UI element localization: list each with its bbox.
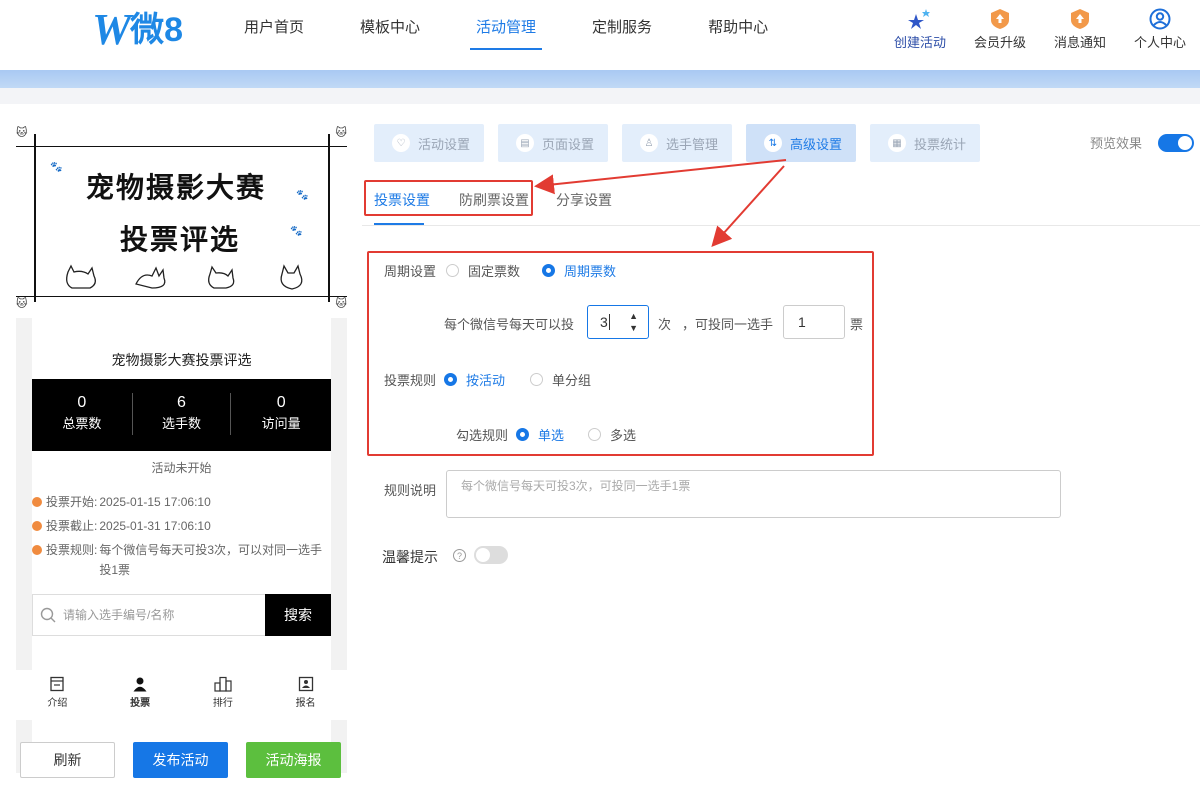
per-day-label: 每个微信号每天可以投 (444, 317, 575, 332)
publish-activity-button[interactable]: 发布活动 (133, 742, 228, 778)
cover-image: 🐱 🐱 🐱 🐱 🐾 🐾 🐾 宠物摄影大赛 投票评选 (16, 126, 347, 310)
paw-icon: 🐾 (296, 190, 309, 201)
contestant-search: 搜索 (32, 594, 331, 636)
cat-corner-icon: 🐱 (16, 127, 28, 139)
info-icon (32, 545, 42, 555)
stepper-arrows-icon[interactable]: ▲ ▼ (629, 310, 638, 334)
votes-per-day-stepper[interactable]: 3 ▲ ▼ (587, 305, 649, 339)
upgrade-badge-icon (960, 8, 1040, 30)
clock-icon (32, 521, 42, 531)
radio-by-activity[interactable]: 按活动 (444, 370, 505, 389)
signup-icon (264, 674, 347, 694)
bottom-nav-ranking[interactable]: 排行 (182, 670, 265, 720)
action-buttons: 刷新 发布活动 活动海报 (20, 742, 341, 778)
logo-text: 微8 (130, 11, 184, 49)
logo[interactable]: W 微8 (92, 5, 184, 54)
top-tools: 创建活动 会员升级 消息通知 个人中心 (880, 8, 1200, 51)
tip-switch[interactable] (474, 546, 508, 564)
create-activity-button[interactable]: 创建活动 (880, 8, 960, 51)
logo-mark: W (92, 5, 131, 54)
main-nav: 用户首页 模板中心 活动管理 定制服务 帮助中心 (220, 0, 800, 70)
cat-corner-icon: 🐱 (335, 298, 347, 310)
nav-templates[interactable]: 模板中心 (336, 0, 444, 70)
cycle-settings-label: 周期设置 (384, 264, 437, 279)
activity-status: 活动未开始 (151, 461, 212, 475)
radio-period-votes[interactable]: 周期票数 (542, 261, 616, 280)
radio-fixed-votes[interactable]: 固定票数 (446, 261, 520, 280)
bottom-nav: 介绍 投票 排行 报名 (16, 670, 347, 720)
nav-activity-management[interactable]: 活动管理 (452, 0, 560, 70)
nav-custom-service[interactable]: 定制服务 (568, 0, 676, 70)
notifications-label: 消息通知 (1053, 35, 1106, 50)
user-circle-icon (1120, 8, 1200, 30)
arrow-to-form (711, 165, 785, 247)
cat-doodle-icon (135, 266, 166, 289)
bottom-nav-intro[interactable]: 介绍 (16, 670, 99, 720)
user-center-button[interactable]: 个人中心 (1120, 8, 1200, 51)
refresh-button[interactable]: 刷新 (20, 742, 115, 778)
clock-icon (32, 497, 42, 507)
stat-contestants: 6 选手数 (131, 379, 232, 451)
votes-per-day-value: 3 (600, 314, 608, 330)
tip-label: 温馨提示 (382, 549, 438, 565)
search-button[interactable]: 搜索 (265, 594, 331, 636)
cat-doodle-icon (208, 265, 235, 289)
top-bar: W 微8 用户首页 模板中心 活动管理 定制服务 帮助中心 创建活动 会员升级 … (0, 0, 1200, 70)
notification-badge-icon (1040, 8, 1120, 30)
annotation-arrows (534, 159, 787, 247)
cat-doodle-icon (66, 264, 96, 289)
cat-corner-icon: 🐱 (335, 127, 347, 139)
stars-icon (880, 8, 960, 30)
phone-preview-panel: 🐱 🐱 🐱 🐱 🐾 🐾 🐾 宠物摄影大赛 投票评选 宠物摄影大赛投票评选 0 总… (0, 104, 362, 799)
help-icon[interactable]: ? (453, 549, 466, 562)
same-contestant-unit: 票 (850, 317, 864, 332)
radio-multi-choice[interactable]: 多选 (588, 425, 636, 444)
vote-rule-info: 投票规则: 每个微信号每天可投3次，可以对同一选手投1票 (32, 540, 324, 580)
ranking-icon (182, 674, 265, 694)
activity-title: 宠物摄影大赛投票评选 (111, 352, 252, 368)
stat-visits: 0 访问量 (261, 394, 301, 431)
nav-home[interactable]: 用户首页 (220, 0, 328, 70)
vote-start-info: 投票开始: 2025-01-15 17:06:10 (32, 492, 331, 512)
search-input[interactable] (63, 595, 265, 635)
bottom-nav-signup[interactable]: 报名 (264, 670, 347, 720)
rule-description-label: 规则说明 (384, 483, 437, 498)
stats-bar: 0 总票数 6 选手数 0 访问量 (32, 379, 331, 451)
cover-title-2: 投票评选 (120, 223, 241, 256)
member-upgrade-button[interactable]: 会员升级 (960, 8, 1040, 51)
search-icon (33, 595, 63, 635)
bottom-nav-vote[interactable]: 投票 (99, 670, 182, 720)
settings-panel: ♡ 活动设置 ▤ 页面设置 ♙ 选手管理 ⇅ 高级设置 ▦ 投票统计 预览效果 投票设置 … (362, 104, 1200, 799)
same-contestant-label: ，可投同一选手 (682, 317, 774, 332)
cat-doodle-icon (280, 264, 303, 290)
nav-help[interactable]: 帮助中心 (684, 0, 792, 70)
cat-doodles (62, 264, 312, 292)
cover-title-1: 宠物摄影大赛 (86, 171, 267, 204)
radio-single-choice[interactable]: 单选 (516, 425, 564, 444)
person-icon (99, 674, 182, 694)
rule-description-textarea[interactable]: 每个微信号每天可投3次，可投同一选手1票 (446, 470, 1061, 518)
notifications-button[interactable]: 消息通知 (1040, 8, 1120, 51)
paw-icon: 🐾 (290, 226, 303, 237)
vote-end-info: 投票截止: 2025-01-31 17:06:10 (32, 516, 331, 536)
member-upgrade-label: 会员升级 (973, 35, 1026, 50)
arrow-to-subtabs (534, 159, 787, 195)
paw-icon: 🐾 (50, 162, 63, 173)
stat-total-votes: 0 总票数 (62, 394, 102, 431)
radio-single-group[interactable]: 单分组 (530, 370, 591, 389)
per-day-unit: 次 (658, 317, 672, 332)
cat-corner-icon: 🐱 (16, 298, 28, 310)
create-activity-label: 创建活动 (893, 35, 946, 50)
check-rule-label: 勾选规则 (456, 428, 509, 443)
user-center-label: 个人中心 (1133, 35, 1186, 50)
activity-poster-button[interactable]: 活动海报 (246, 742, 341, 778)
vote-rule-label: 投票规则 (384, 373, 437, 388)
same-contestant-votes-input[interactable]: 1 (783, 305, 845, 339)
header-band (0, 70, 1200, 104)
document-icon (16, 674, 99, 694)
